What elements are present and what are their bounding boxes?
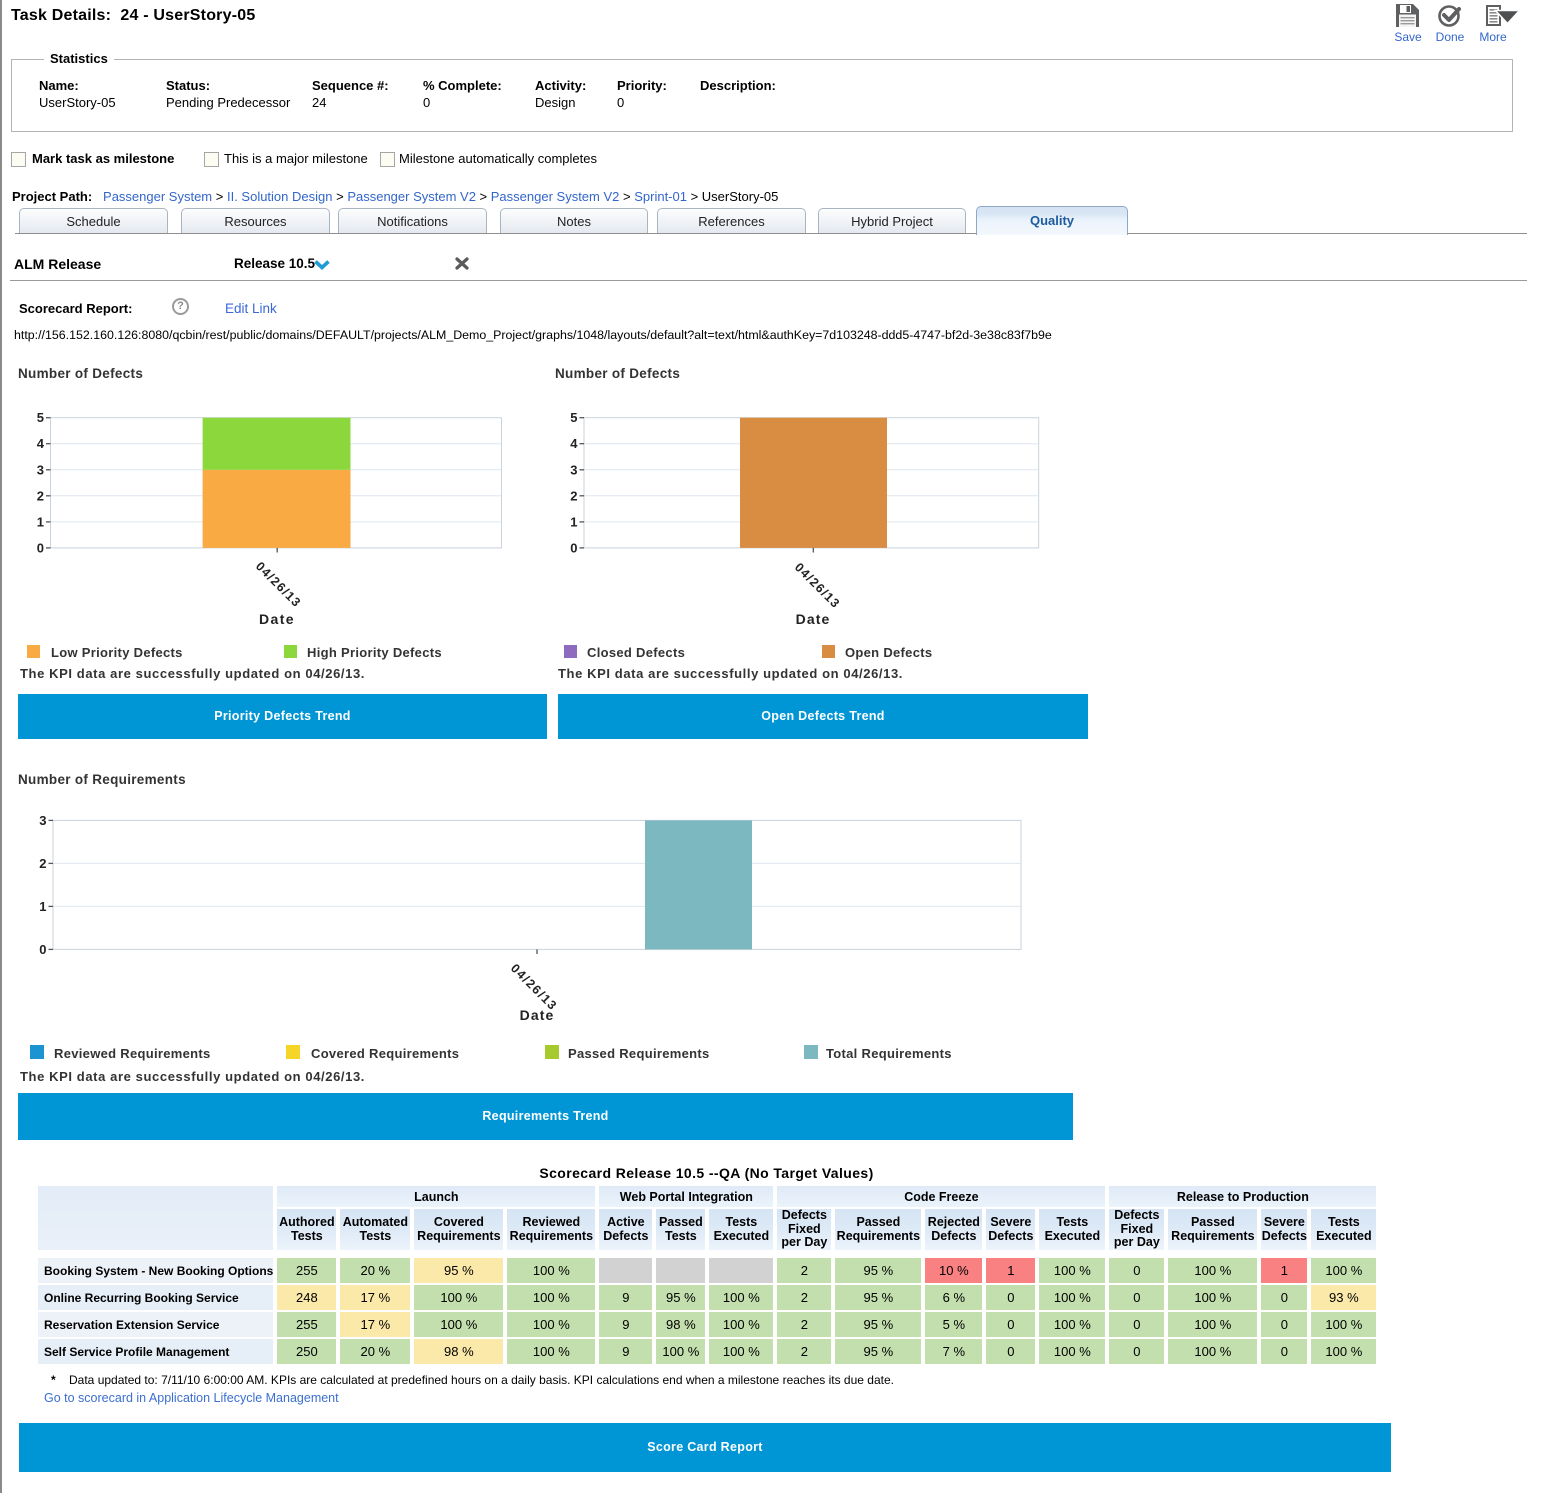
svg-text:4: 4 <box>37 436 45 451</box>
svg-text:1: 1 <box>37 514 44 529</box>
svg-text:0: 0 <box>37 540 44 555</box>
svg-text:04/26/13: 04/26/13 <box>253 559 304 610</box>
svg-text:3: 3 <box>37 462 44 477</box>
svg-text:2: 2 <box>37 488 44 503</box>
svg-text:3: 3 <box>39 813 46 828</box>
svg-text:3: 3 <box>570 462 577 477</box>
svg-text:1: 1 <box>39 899 46 914</box>
svg-text:04/26/13: 04/26/13 <box>792 560 843 611</box>
svg-text:0: 0 <box>39 942 46 957</box>
svg-text:Date: Date <box>259 611 295 627</box>
svg-text:Date: Date <box>796 611 831 627</box>
svg-text:2: 2 <box>39 856 46 871</box>
svg-text:04/26/13: 04/26/13 <box>508 961 560 1013</box>
svg-text:0: 0 <box>570 540 577 555</box>
svg-text:1: 1 <box>570 514 577 529</box>
svg-text:2: 2 <box>570 488 577 503</box>
svg-text:5: 5 <box>570 410 577 425</box>
svg-text:4: 4 <box>570 436 578 451</box>
svg-text:5: 5 <box>37 410 44 425</box>
svg-text:Date: Date <box>520 1007 555 1023</box>
